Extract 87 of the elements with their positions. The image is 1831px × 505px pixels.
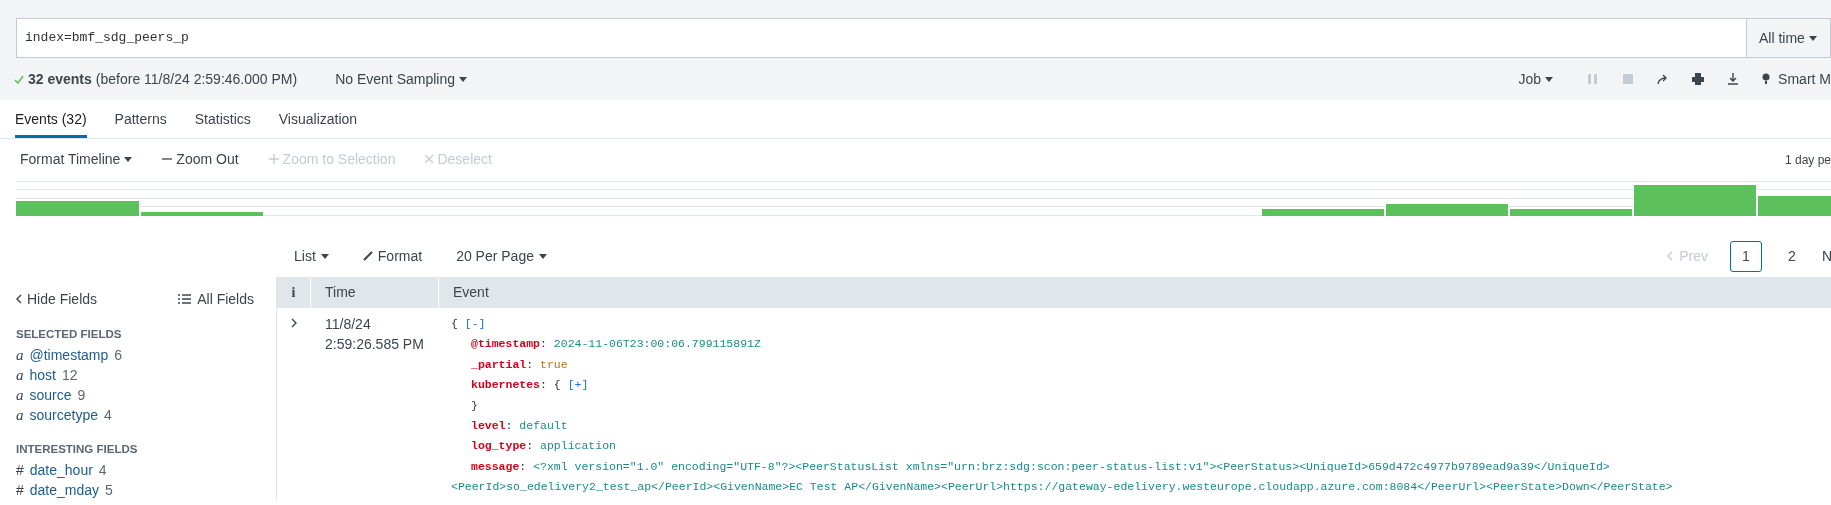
hide-fields-button[interactable]: Hide Fields [16,288,98,310]
view-tab[interactable]: Events (32) [15,100,87,138]
column-header: Time [311,277,439,308]
column-header: Event [452,283,490,302]
json-key: level [471,419,506,433]
field-group-heading: SELECTED FIELDS [16,327,123,342]
field-count: 12 [61,365,78,385]
json-colon: : [540,337,547,351]
field-link[interactable]: date_hour [29,460,93,481]
field-link[interactable]: date_mday [29,480,100,501]
field-link[interactable]: source [29,384,72,406]
field-count: 5 [105,481,113,500]
column-header: i [277,277,311,308]
json-colon: : [526,357,534,371]
field-type-label: # [16,481,24,500]
field-group-heading: INTERESTING FIELDS [16,442,139,458]
check-icon [14,74,24,84]
json-key: log_type [471,439,527,453]
json-value: default [519,419,568,433]
json-colon: : [526,439,534,453]
caret-icon [459,76,467,82]
page-button[interactable]: 2 [1776,240,1808,272]
field-count: 6 [114,345,123,365]
field-link[interactable]: @timestamp [29,344,109,366]
field-count: 9 [77,385,86,405]
caret-icon [1545,76,1554,82]
caret-icon [539,253,547,259]
chevron-right-icon[interactable] [289,318,299,328]
field-type-label: a [16,386,24,405]
job-menu[interactable]: Job [1518,68,1554,90]
list-icon [178,294,192,304]
view-tab[interactable]: Statistics [194,100,251,138]
json-value: application [540,439,616,453]
json-key: message [471,459,520,473]
field-type-label: a [16,346,24,365]
field-type-label: a [16,406,24,425]
field-type-label: # [16,461,24,480]
caret-icon [124,156,133,162]
field-type-label: a [16,366,24,385]
download-icon[interactable] [1725,72,1740,86]
timeline-action[interactable]: Zoom Out [162,148,239,170]
brush-icon [362,251,373,261]
json-brace: } [471,398,478,412]
json-value: <?xml version="1.0" encoding="UTF-8"?><PeerStatusList xmlns="urn:brz:sdg:scon:peer-status-list:v1"><PeerStatus><UniqueId>659d472c4977b9789ead9a39</UniqueId> [533,459,1610,473]
view-tab[interactable]: Patterns [114,100,167,138]
json-value: <PeerId>so_edelivery2_test_ap</PeerId><GivenName>EC Test AP</GivenName><PeerUrl>https://gateway-edelivery.westeurope.cloudapp.azure.com:8084</PeerUrl><PeerState>Down</PeerState> [451,480,1673,494]
json-key: kubernetes [471,378,540,392]
collapse-toggle[interactable]: [-] [464,317,486,330]
format-button[interactable]: Format [362,245,423,267]
caret-icon [1808,35,1817,41]
chevron-left-icon [16,294,22,304]
field-count: 4 [104,405,112,425]
field-link[interactable]: host [29,364,56,386]
all-fields-button[interactable]: All Fields [178,288,254,310]
json-key: @timestamp [471,337,540,351]
chevron-left-icon [1667,251,1674,261]
timeline-scale-label: 1 day pe [1784,152,1831,169]
json-value: 2024-11-06T23:00:06.799115891Z [553,337,761,351]
print-icon[interactable] [1690,72,1705,86]
timestamp-text: 11/8/24 [325,315,372,334]
time-range-picker[interactable]: All time [1747,18,1831,58]
results-menu[interactable]: 20 Per Page [456,245,547,267]
json-key: _partial [471,357,527,371]
plus-icon [268,154,279,164]
close-icon [425,155,434,163]
results-menu[interactable]: List [294,245,329,267]
next-page-button[interactable]: N [1822,245,1831,267]
field-link[interactable]: sourcetype [29,404,98,426]
json-brace: { [451,317,458,330]
json-colon: : [519,459,527,473]
json-brace: { [553,378,561,392]
field-count: 4 [98,461,107,480]
json-colon: : [540,378,547,392]
search-time-detail: (before 11/8/24 2:59:46.000 PM) [95,69,298,89]
json-value: true [540,357,568,371]
timeline-action[interactable]: Format Timeline [20,148,133,170]
timestamp-text: 2:59:26.585 PM [325,335,425,354]
json-colon: : [505,419,513,433]
search-field[interactable]: index=bmf_sdg_peers_p [16,18,1747,58]
page-button[interactable]: 1 [1730,240,1762,272]
search-mode-menu[interactable]: Smart M [1762,68,1831,90]
caret-icon [320,253,329,259]
collapse-toggle[interactable]: [+] [567,378,589,392]
event-count: 32 events [28,69,92,89]
view-tab[interactable]: Visualization [278,100,358,138]
sampling-dropdown[interactable]: No Event Sampling [335,68,467,90]
lightbulb-icon [1762,73,1771,85]
